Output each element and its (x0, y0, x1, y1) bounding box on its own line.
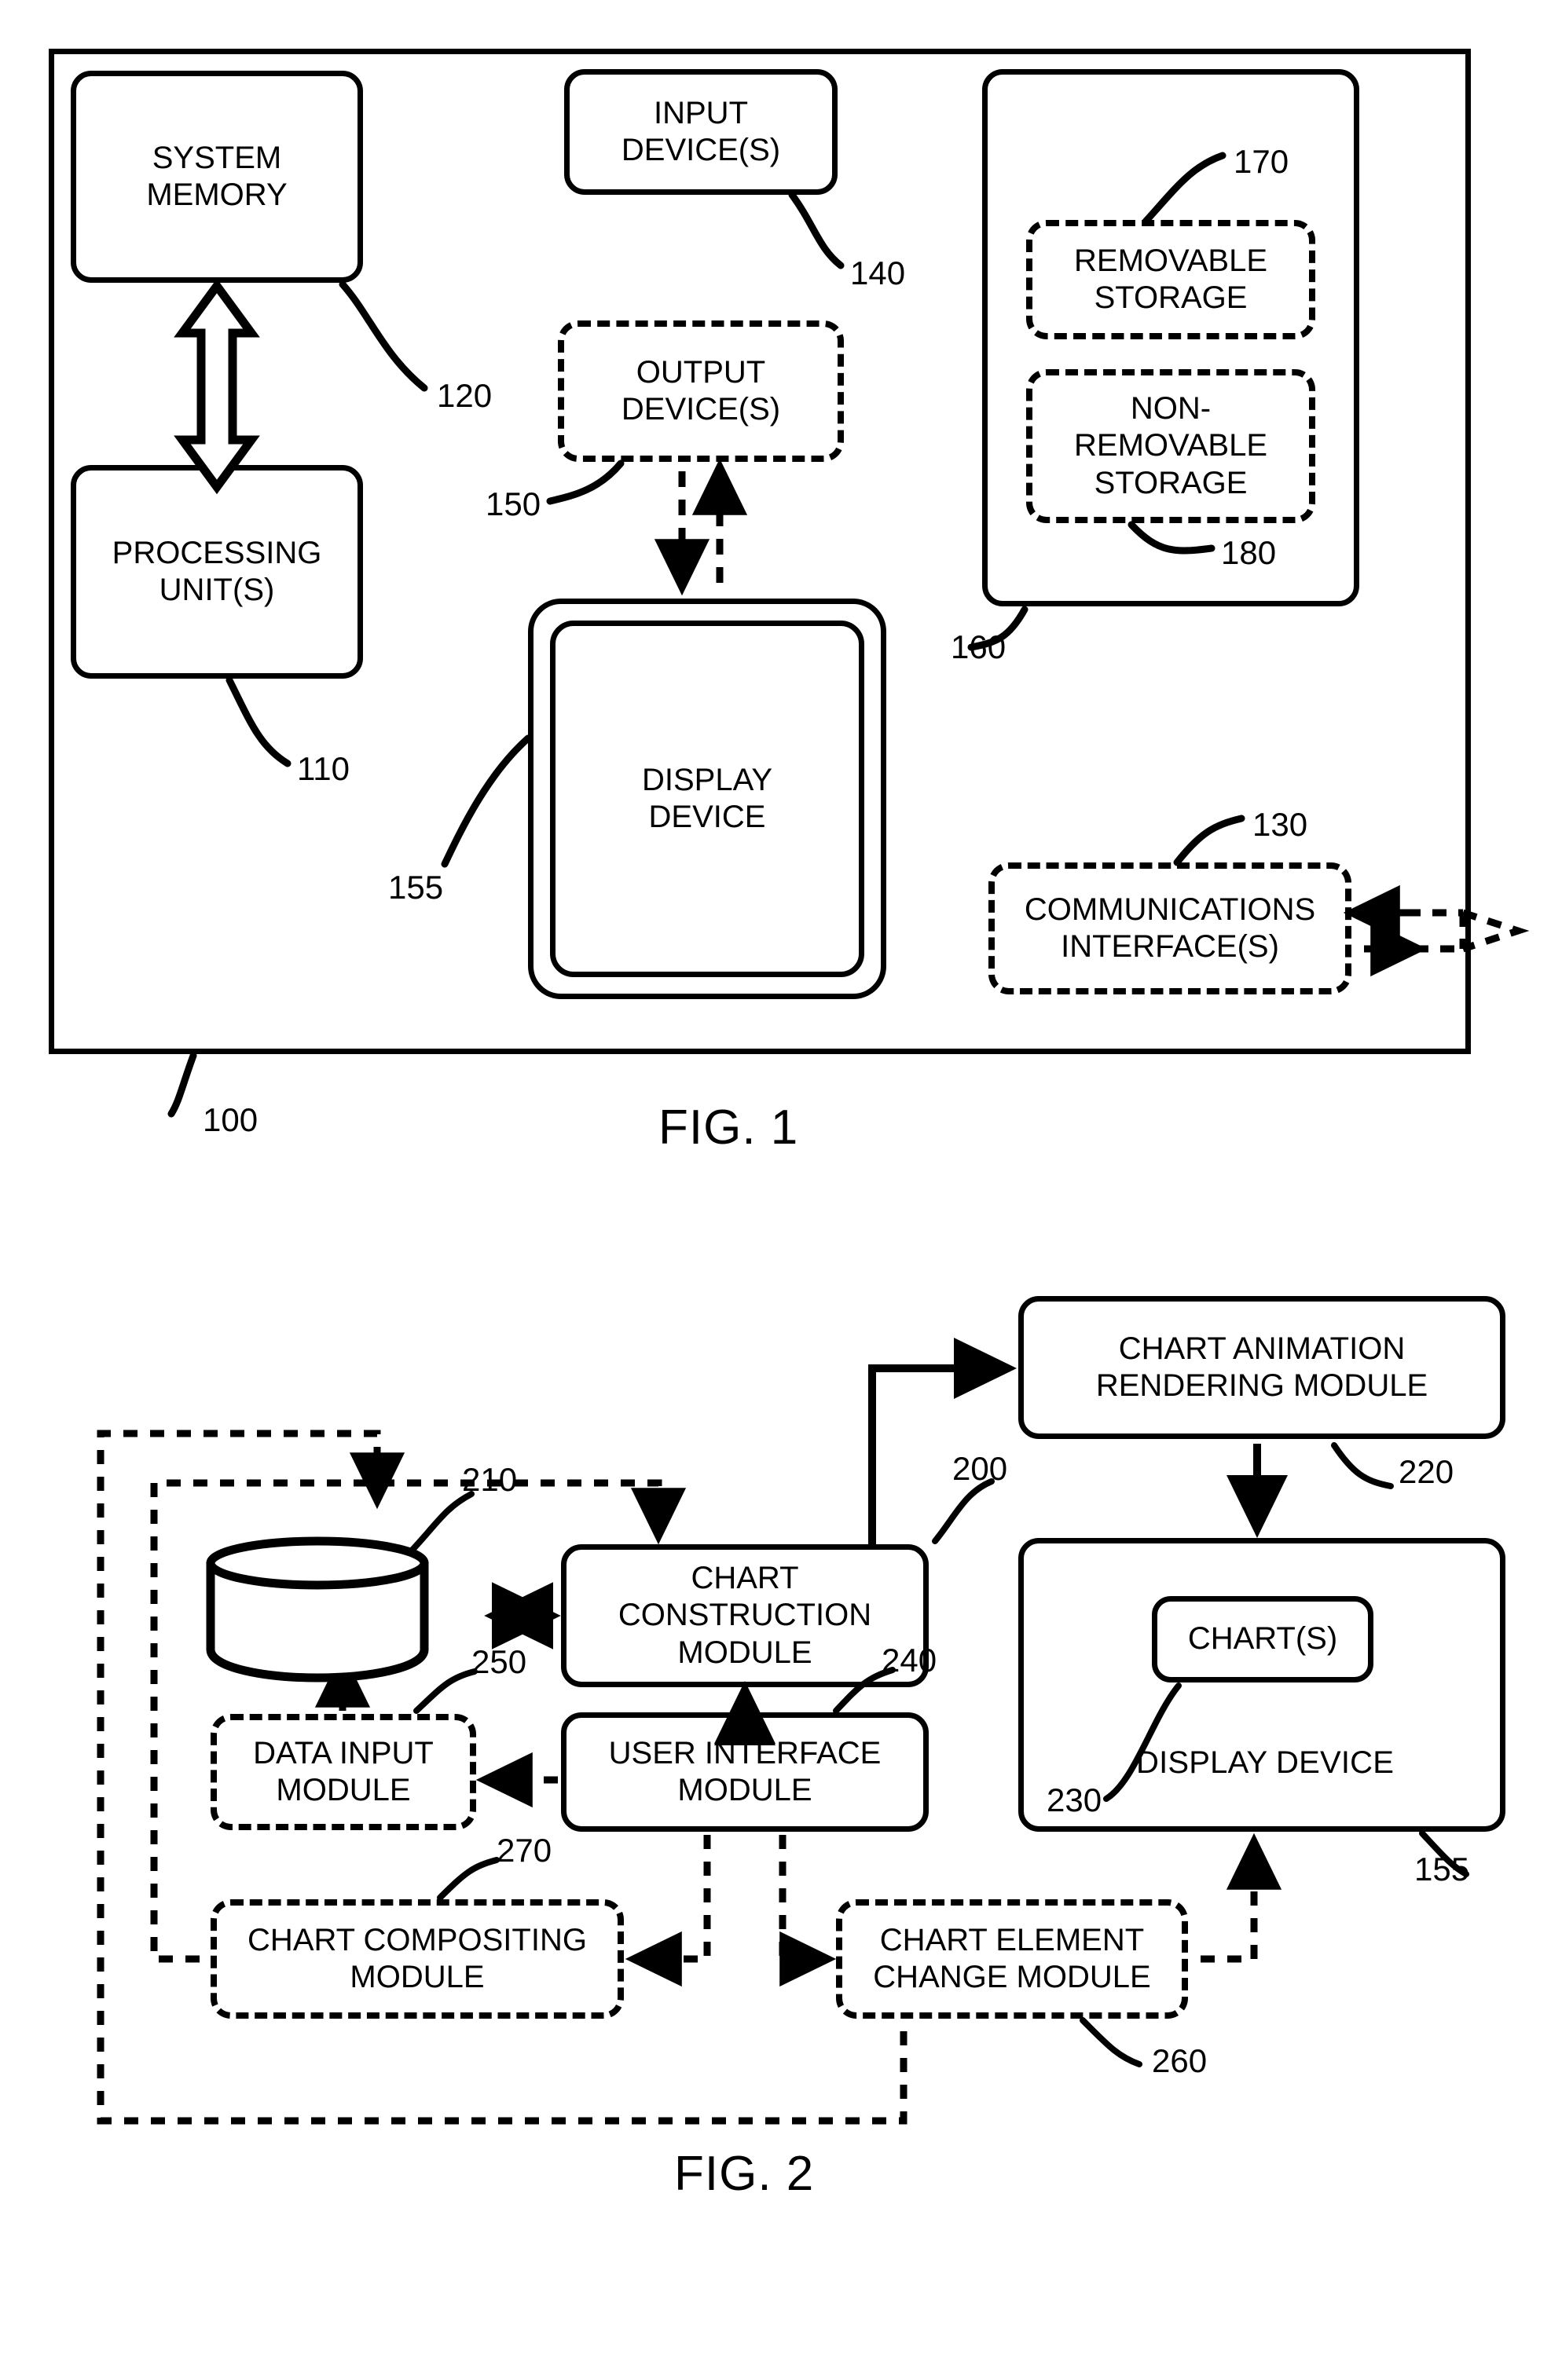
ui-to-element-change-arrow (779, 1835, 837, 1987)
connector-layer (97, 152, 1530, 2125)
ui-to-compositing-arrow (625, 1835, 711, 1987)
memory-processor-bus-arrow (174, 278, 260, 495)
output-display-link (654, 458, 748, 596)
comms-external-link (1343, 884, 1530, 977)
leader-lines-fig2 (409, 1442, 1469, 2067)
chart-data-cylinder (206, 1536, 429, 1682)
patent-figure-sheet: SYSTEM MEMORY PROCESSING UNIT(S) INPUT D… (0, 0, 1551, 2380)
leader-lines-fig1 (167, 152, 1245, 1118)
element-change-to-display-arrow (1201, 1833, 1282, 1963)
construction-to-animation-arrow (868, 1338, 1018, 1544)
